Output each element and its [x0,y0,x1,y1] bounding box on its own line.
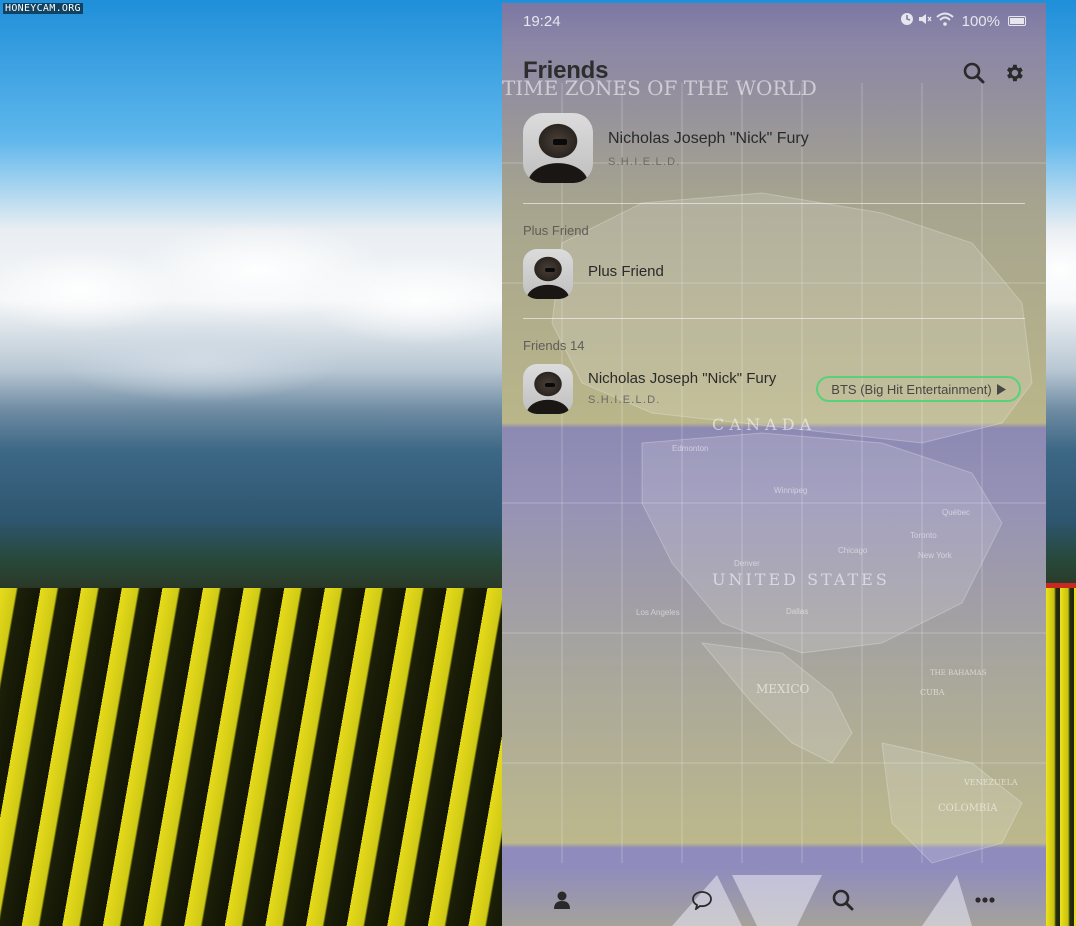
nav-search-tab[interactable] [825,883,861,917]
search-icon [832,889,854,911]
map-city-denver: Denver [734,559,760,568]
map-label-bahamas: THE BAHAMAS [930,669,987,677]
more-dots-icon [975,897,995,903]
map-label-mexico: MEXICO [756,682,810,696]
avatar-eyepatch [545,268,555,272]
music-title: BTS (Big Hit Entertainment) [831,381,992,397]
map-city-quebec: Québec [942,508,970,517]
map-city-toronto: Toronto [910,531,937,540]
nav-friends-tab[interactable] [544,883,580,917]
search-button[interactable] [961,60,987,86]
map-label-united-states: UNITED STATES [712,570,890,589]
divider [523,318,1025,319]
friend-music-badge[interactable]: BTS (Big Hit Entertainment) [816,376,1021,402]
watermark: HONEYCAM.ORG [3,3,83,14]
status-icons: 100% [900,12,1026,30]
nav-more-tab[interactable] [967,883,1003,917]
wallpaper-tulip-field-right [1046,588,1076,926]
map-city-chicago: Chicago [838,546,868,555]
friends-section-label: Friends 14 [523,338,585,353]
play-icon [996,383,1006,395]
my-profile-row[interactable]: Nicholas Joseph "Nick" Fury S.H.I.E.L.D. [523,113,1027,189]
map-city-los-angeles: Los Angeles [636,608,680,617]
status-time: 19:24 [523,13,561,30]
map-label-venezuela: VENEZUELA [963,778,1018,787]
map-city-dallas: Dallas [786,607,808,616]
map-city-winnipeg: Winnipeg [774,486,807,495]
gear-icon [1007,64,1023,82]
nav-chats-tab[interactable] [684,883,720,917]
map-label-canada: C A N A D A [712,415,812,434]
friend-avatar [523,364,573,414]
map-city-new-york: New York [918,551,953,560]
avatar-eyepatch [553,139,567,145]
battery-icon [1008,16,1026,26]
my-profile-status: S.H.I.E.L.D. [608,156,681,168]
friend-status: S.H.I.E.L.D. [588,394,661,406]
my-profile-name: Nicholas Joseph "Nick" Fury [608,130,809,147]
avatar-eyepatch [545,383,555,387]
plus-friend-name: Plus Friend [588,263,664,280]
bottom-nav [502,871,1046,926]
settings-button[interactable] [1001,60,1027,86]
map-city-edmonton: Edmonton [672,444,708,453]
friend-name: Nicholas Joseph "Nick" Fury [588,370,777,387]
alarm-icon [900,12,914,30]
wifi-icon [935,12,954,30]
battery-percent: 100% [961,12,1000,30]
divider [523,203,1025,204]
person-icon [554,891,570,909]
phone-app-window: TIME ZONES OF THE WORLD C A N A D A UNIT… [502,3,1046,926]
map-label-cuba: CUBA [920,688,945,697]
plus-friend-avatar [523,249,573,299]
status-bar: 19:24 100% [502,3,1046,39]
chat-bubble-icon [692,891,712,910]
map-label-colombia: COLOMBIA [938,803,998,814]
mute-icon [918,12,932,30]
search-icon [963,62,985,84]
page-title: Friends [523,57,609,84]
plus-friend-row[interactable]: Plus Friend [523,249,1027,299]
plus-friend-section-label: Plus Friend [523,223,589,238]
my-profile-avatar[interactable] [523,113,593,183]
